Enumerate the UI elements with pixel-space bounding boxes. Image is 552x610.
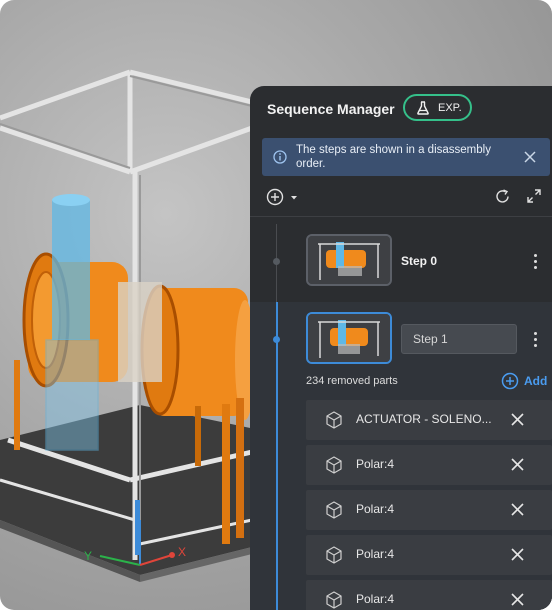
remove-icon[interactable]: [511, 458, 524, 471]
cube-icon: [326, 501, 342, 519]
timeline-active-line: [276, 302, 278, 610]
part-name: Polar:4: [356, 547, 395, 561]
info-text: The steps are shown in a disassembly ord…: [296, 144, 491, 170]
step-0-thumbnail[interactable]: [306, 234, 392, 286]
list-item[interactable]: ACTUATOR - SOLENO...: [306, 400, 552, 440]
caret-down-icon[interactable]: [290, 195, 298, 201]
removed-parts-count: 234 removed parts: [306, 375, 398, 387]
panel-header: Sequence Manager EXP.: [250, 86, 552, 134]
thumbnail-image: [308, 236, 390, 284]
step-1-thumbnail[interactable]: [306, 312, 392, 364]
axis-x-label: X: [178, 545, 186, 559]
axis-y-label: Y: [84, 549, 92, 563]
app-window: Y X Sequence Manager EXP. The steps are …: [0, 0, 552, 610]
list-item[interactable]: Polar:4: [306, 445, 552, 485]
step-1-row[interactable]: Step 1 234 removed parts Add ACTUATOR - …: [250, 302, 552, 610]
info-banner: The steps are shown in a disassembly ord…: [262, 138, 550, 176]
part-name: ACTUATOR - SOLENO...: [356, 412, 492, 426]
toolbar-divider: [250, 216, 552, 217]
table-top: [0, 405, 260, 582]
info-icon: [273, 150, 287, 164]
add-label: Add: [524, 374, 548, 388]
remove-icon[interactable]: [511, 593, 524, 606]
step-0-row[interactable]: Step 0: [250, 226, 552, 300]
part-name: Polar:4: [356, 502, 395, 516]
add-circle-icon: [501, 372, 519, 390]
close-icon[interactable]: [524, 151, 536, 163]
sequence-manager-panel: Sequence Manager EXP. The steps are show…: [250, 86, 552, 610]
thumbnail-image: [308, 314, 390, 362]
step-0-name: Step 0: [401, 254, 438, 268]
remove-icon[interactable]: [511, 548, 524, 561]
part-name: Polar:4: [356, 457, 395, 471]
kebab-icon[interactable]: [531, 332, 539, 352]
cube-icon: [326, 456, 342, 474]
panel-title: Sequence Manager: [267, 101, 395, 117]
add-circle-icon[interactable]: [266, 188, 284, 206]
expand-icon[interactable]: [526, 188, 542, 204]
removed-parts-list: ACTUATOR - SOLENO... Polar:4 Polar:4 Pol…: [306, 400, 552, 610]
cube-icon: [326, 546, 342, 564]
badge-label: EXP.: [438, 102, 462, 114]
list-item[interactable]: Polar:4: [306, 490, 552, 530]
step-1-name-field[interactable]: Step 1: [401, 324, 517, 354]
flask-icon: [417, 101, 429, 115]
kebab-icon[interactable]: [531, 254, 539, 274]
panel-toolbar: [250, 182, 552, 214]
refresh-icon[interactable]: [494, 188, 511, 205]
remove-icon[interactable]: [511, 413, 524, 426]
step-0-marker: [273, 258, 280, 265]
cube-icon: [326, 591, 342, 609]
list-item[interactable]: Polar:4: [306, 580, 552, 610]
list-item[interactable]: Polar:4: [306, 535, 552, 575]
experimental-badge[interactable]: EXP.: [403, 94, 472, 121]
part-name: Polar:4: [356, 592, 395, 606]
cube-icon: [326, 411, 342, 429]
step-1-marker: [273, 336, 280, 343]
remove-icon[interactable]: [511, 503, 524, 516]
